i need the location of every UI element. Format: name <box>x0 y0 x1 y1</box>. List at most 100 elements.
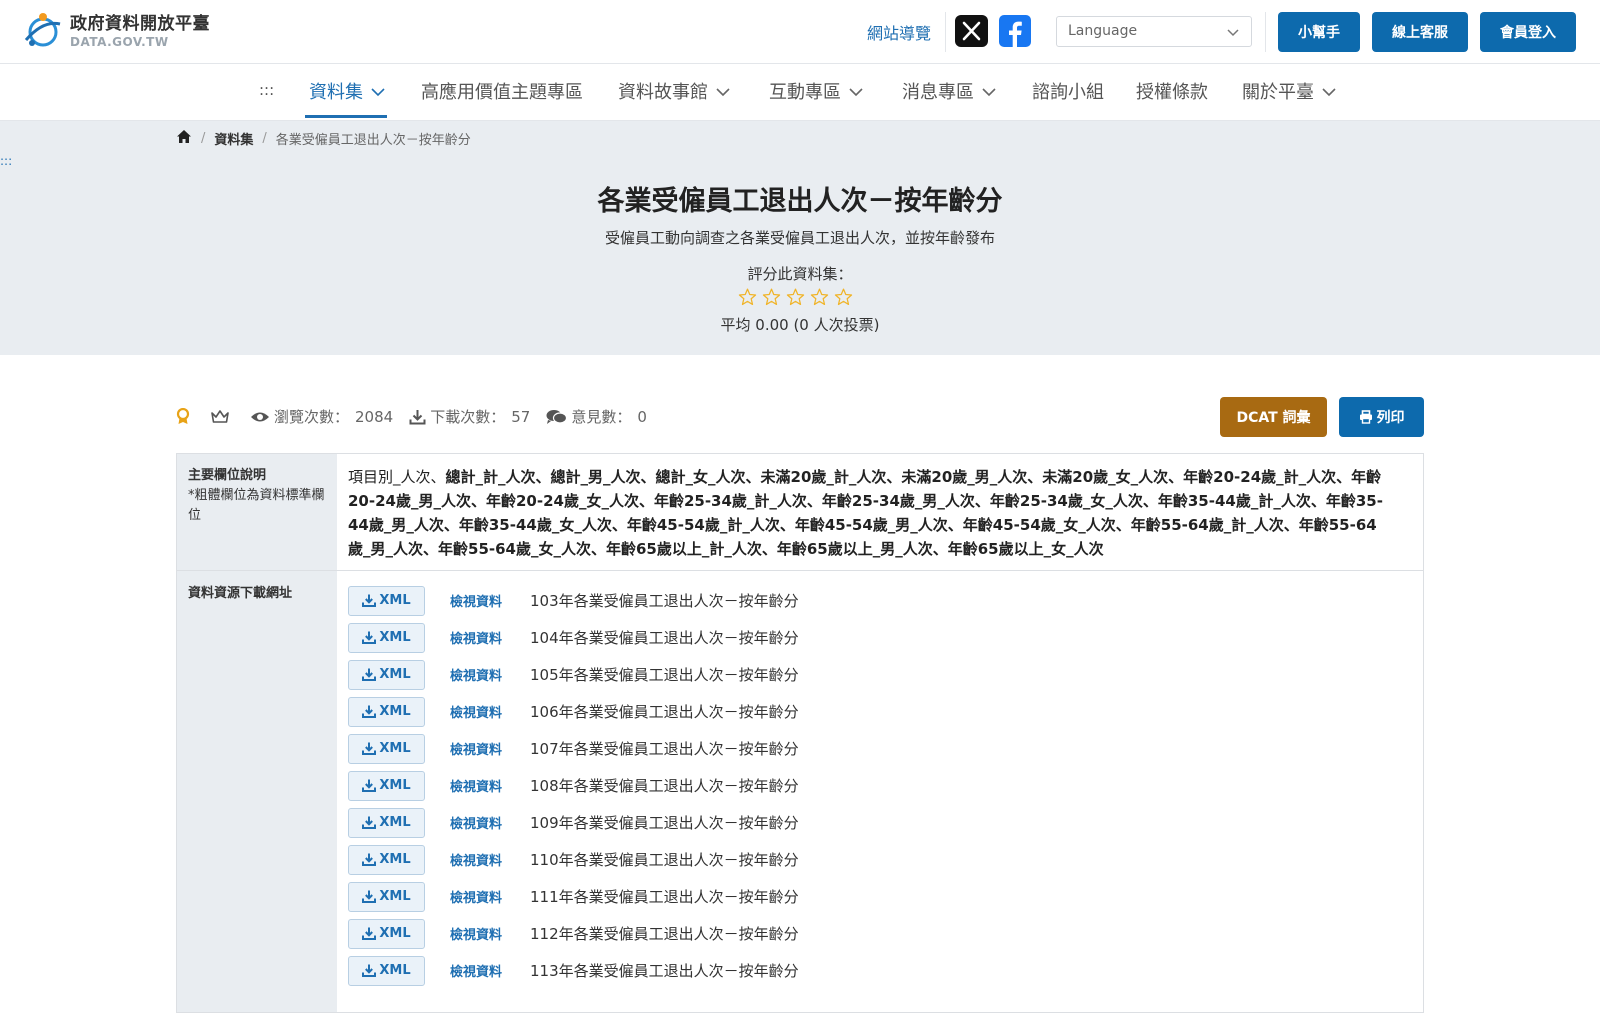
logo-title: 政府資料開放平臺 <box>70 14 210 34</box>
xml-download-button[interactable]: XML <box>348 659 425 690</box>
breadcrumb-separator: / <box>262 131 267 146</box>
nav-item-news[interactable]: 消息專區 <box>902 78 996 104</box>
star-icon[interactable] <box>738 288 757 310</box>
view-data-link[interactable]: 檢視資料 <box>450 887 530 906</box>
nav-item-label: 諮詢小組 <box>1032 82 1104 103</box>
site-logo[interactable]: 政府資料開放平臺 DATA.GOV.TW <box>22 10 210 52</box>
resource-row: XML 檢視資料 109年各業受僱員工退出人次－按年齡分 <box>348 804 799 841</box>
star-icon[interactable] <box>762 288 781 310</box>
fields-label-title: 主要欄位說明 <box>188 468 267 483</box>
home-icon[interactable] <box>176 129 192 148</box>
download-icon <box>362 779 377 792</box>
nav-item-about[interactable]: 關於平臺 <box>1242 78 1336 104</box>
fields-list: 項目別_人次、總計_計_人次、總計_男_人次、總計_女_人次、未滿20歲_計_人… <box>348 465 1388 561</box>
view-data-link[interactable]: 檢視資料 <box>450 739 530 758</box>
x-twitter-icon[interactable] <box>955 15 988 47</box>
xml-label: XML <box>379 630 411 645</box>
view-data-link[interactable]: 檢視資料 <box>450 961 530 980</box>
nav-item-interactive[interactable]: 互動專區 <box>769 78 863 104</box>
nav-item-high-value[interactable]: 高應用價值主題專區 <box>421 78 583 104</box>
facebook-icon[interactable] <box>999 15 1031 47</box>
xml-label: XML <box>379 741 411 756</box>
view-data-link[interactable]: 檢視資料 <box>450 924 530 943</box>
chevron-down-icon <box>849 81 863 102</box>
member-login-button[interactable]: 會員登入 <box>1480 12 1576 52</box>
star-icon[interactable] <box>834 288 853 310</box>
views-label: 瀏覽次數： <box>274 408 350 426</box>
nav-item-label: 關於平臺 <box>1242 82 1314 103</box>
resource-name: 112年各業受僱員工退出人次－按年齡分 <box>530 925 799 943</box>
star-icon[interactable] <box>810 288 829 310</box>
fields-row: 主要欄位說明 *粗體欄位為資料標準欄位 項目別_人次、總計_計_人次、總計_男_… <box>177 454 1423 571</box>
views-stat: 瀏覽次數： 2084 <box>250 406 393 427</box>
skip-link[interactable]: ::: <box>259 81 274 99</box>
xml-download-button[interactable]: XML <box>348 585 425 616</box>
xml-label: XML <box>379 593 411 608</box>
nav-item-license[interactable]: 授權條款 <box>1136 78 1208 104</box>
resource-name: 107年各業受僱員工退出人次－按年齡分 <box>530 740 799 758</box>
xml-download-button[interactable]: XML <box>348 770 425 801</box>
chevron-down-icon <box>982 81 996 102</box>
download-icon <box>362 742 377 755</box>
nav-item-datasets[interactable]: 資料集 <box>309 78 385 104</box>
view-data-link[interactable]: 檢視資料 <box>450 702 530 721</box>
badge-icon <box>176 408 194 425</box>
views-count: 2084 <box>355 407 394 426</box>
rating-label: 評分此資料集： <box>747 265 853 283</box>
crown-icon <box>210 409 234 424</box>
xml-download-button[interactable]: XML <box>348 881 425 912</box>
view-data-link[interactable]: 檢視資料 <box>450 591 530 610</box>
content-anchor-link[interactable]: ::: <box>0 154 12 168</box>
downloads-label: 下載次數： <box>430 408 506 426</box>
breadcrumb-separator: / <box>201 131 206 146</box>
rating-stars <box>738 288 853 310</box>
view-data-link[interactable]: 檢視資料 <box>450 850 530 869</box>
nav-item-advisory[interactable]: 諮詢小組 <box>1032 78 1104 104</box>
view-data-link[interactable]: 檢視資料 <box>450 665 530 684</box>
resource-name: 110年各業受僱員工退出人次－按年齡分 <box>530 851 799 869</box>
breadcrumb-datasets[interactable]: 資料集 <box>214 129 253 148</box>
xml-download-button[interactable]: XML <box>348 918 425 949</box>
xml-label: XML <box>379 815 411 830</box>
view-data-link[interactable]: 檢視資料 <box>450 813 530 832</box>
resource-row: XML 檢視資料 111年各業受僱員工退出人次－按年齡分 <box>348 878 799 915</box>
star-icon[interactable] <box>786 288 805 310</box>
xml-download-button[interactable]: XML <box>348 696 425 727</box>
nav-item-label: 資料集 <box>309 82 363 103</box>
resource-name: 103年各業受僱員工退出人次－按年齡分 <box>530 592 799 610</box>
resource-row: XML 檢視資料 107年各業受僱員工退出人次－按年齡分 <box>348 730 799 767</box>
view-data-link[interactable]: 檢視資料 <box>450 628 530 647</box>
xml-label: XML <box>379 889 411 904</box>
print-button[interactable]: 列印 <box>1339 397 1424 437</box>
comments-stat: 意見數： 0 <box>546 406 647 427</box>
xml-download-button[interactable]: XML <box>348 807 425 838</box>
nav-item-label: 消息專區 <box>902 82 974 103</box>
eye-icon <box>251 412 269 421</box>
xml-download-button[interactable]: XML <box>348 844 425 875</box>
language-select[interactable]: Language <box>1056 16 1252 47</box>
chevron-down-icon <box>1322 81 1336 102</box>
xml-download-button[interactable]: XML <box>348 733 425 764</box>
dcat-vocabulary-button[interactable]: DCAT 詞彙 <box>1220 397 1327 437</box>
divider <box>1265 12 1266 52</box>
download-icon <box>362 853 377 866</box>
field-item: 項目別_人次 <box>348 468 431 486</box>
comments-count: 0 <box>637 407 647 426</box>
resource-name: 113年各業受僱員工退出人次－按年齡分 <box>530 962 799 980</box>
resource-row: XML 檢視資料 112年各業受僱員工退出人次－按年齡分 <box>348 915 799 952</box>
resource-row: XML 檢視資料 110年各業受僱員工退出人次－按年齡分 <box>348 841 799 878</box>
nav-item-label: 互動專區 <box>769 82 841 103</box>
xml-label: XML <box>379 852 411 867</box>
xml-download-button[interactable]: XML <box>348 622 425 653</box>
nav-item-data-stories[interactable]: 資料故事館 <box>618 78 730 104</box>
xml-label: XML <box>379 704 411 719</box>
site-map-link[interactable]: 網站導覽 <box>867 20 931 44</box>
chevron-down-icon <box>1227 25 1239 41</box>
helper-button[interactable]: 小幫手 <box>1278 12 1360 52</box>
online-service-button[interactable]: 線上客服 <box>1372 12 1468 52</box>
xml-label: XML <box>379 778 411 793</box>
xml-download-button[interactable]: XML <box>348 955 425 986</box>
resource-list: XML 檢視資料 103年各業受僱員工退出人次－按年齡分 XML 檢視資料 104年各業受… <box>348 582 799 989</box>
download-icon <box>362 890 377 903</box>
view-data-link[interactable]: 檢視資料 <box>450 776 530 795</box>
